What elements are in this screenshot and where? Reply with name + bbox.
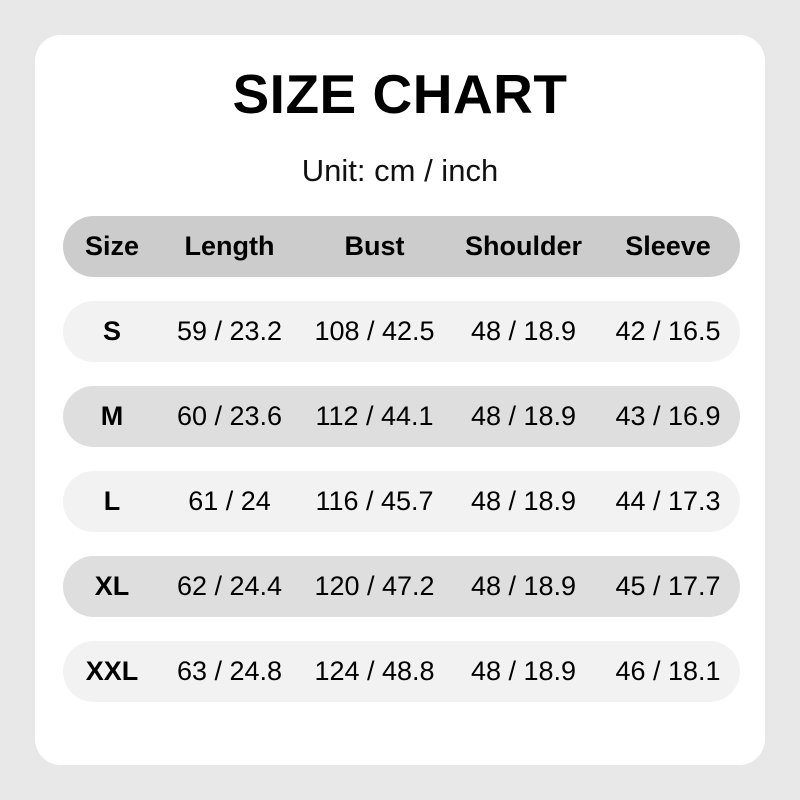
cell-sleeve: 42 / 16.5 <box>615 316 721 346</box>
cell-bust: 112 / 44.1 <box>315 401 434 431</box>
column-header-size: Size <box>84 231 140 261</box>
cell-bust: 108 / 42.5 <box>314 316 435 346</box>
cell-sleeve: 43 / 16.9 <box>615 401 721 431</box>
column-header-length: Length <box>184 231 275 261</box>
cell-length: 60 / 23.6 <box>176 401 283 431</box>
cell-shoulder: 48 / 18.9 <box>470 401 577 431</box>
cell-size: M <box>100 401 124 431</box>
size-chart-card: SIZE CHART Unit: cm / inch Size Length B… <box>35 35 765 765</box>
cell-shoulder: 48 / 18.9 <box>470 656 577 686</box>
table-row: L 61 / 24 116 / 45.7 48 / 18.9 44 / 17.3 <box>63 471 740 532</box>
table-row: XXL 63 / 24.8 124 / 48.8 48 / 18.9 46 / … <box>63 641 740 702</box>
cell-bust: 124 / 48.8 <box>314 656 435 686</box>
column-header-shoulder: Shoulder <box>464 231 582 261</box>
cell-bust: 116 / 45.7 <box>315 486 434 516</box>
table-row: XL 62 / 24.4 120 / 47.2 48 / 18.9 45 / 1… <box>63 556 740 617</box>
cell-shoulder: 48 / 18.9 <box>470 486 577 516</box>
table-row: S 59 / 23.2 108 / 42.5 48 / 18.9 42 / 16… <box>63 301 740 362</box>
cell-size: S <box>102 316 121 346</box>
cell-size: XL <box>94 571 130 601</box>
cell-shoulder: 48 / 18.9 <box>470 571 577 601</box>
cell-sleeve: 46 / 18.1 <box>615 656 721 686</box>
cell-length: 61 / 24 <box>188 486 271 516</box>
cell-shoulder: 48 / 18.9 <box>470 316 577 346</box>
page-title: SIZE CHART <box>232 63 568 125</box>
unit-subtitle: Unit: cm / inch <box>301 153 499 188</box>
cell-sleeve: 45 / 17.7 <box>615 571 721 601</box>
table-row: M 60 / 23.6 112 / 44.1 48 / 18.9 43 / 16… <box>63 386 740 447</box>
cell-size: XXL <box>85 656 139 686</box>
cell-sleeve: 44 / 17.3 <box>615 486 721 516</box>
table-header-row: Size Length Bust Shoulder Sleeve <box>63 216 740 277</box>
cell-length: 62 / 24.4 <box>176 571 283 601</box>
column-header-sleeve: Sleeve <box>625 231 711 261</box>
size-table: Size Length Bust Shoulder Sleeve S 59 / … <box>63 216 740 702</box>
cell-length: 59 / 23.2 <box>176 316 283 346</box>
cell-size: L <box>103 486 121 516</box>
cell-length: 63 / 24.8 <box>176 656 283 686</box>
cell-bust: 120 / 47.2 <box>314 571 435 601</box>
column-header-bust: Bust <box>344 231 405 261</box>
